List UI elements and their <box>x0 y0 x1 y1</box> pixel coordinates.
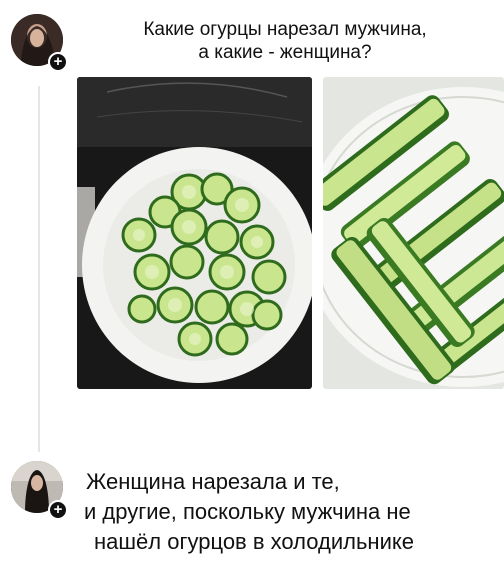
sliced-cucumber-rounds-image <box>77 77 312 389</box>
post-text-line: а какие - женщина? <box>198 42 372 63</box>
reply-text-line: и другие, поскольку мужчина не <box>84 499 411 524</box>
reply-text-line: нашёл огурцов в холодильнике <box>94 529 414 554</box>
cucumber-spears-image <box>323 77 504 389</box>
post-text-line: Какие огурцы нарезал мужчина, <box>143 19 427 40</box>
photo-cucumber-spears[interactable] <box>323 77 504 389</box>
photo-cucumber-rounds[interactable] <box>77 77 312 389</box>
thread-line <box>38 86 40 452</box>
reply-text: Женщина нарезала и те, и другие, посколь… <box>84 467 494 557</box>
follow-plus-badge[interactable]: + <box>48 52 68 72</box>
follow-plus-badge[interactable]: + <box>48 500 68 520</box>
post-text: Какие огурцы нарезал мужчина, а какие - … <box>100 18 470 64</box>
reply-text-line: Женщина нарезала и те, <box>86 469 340 494</box>
